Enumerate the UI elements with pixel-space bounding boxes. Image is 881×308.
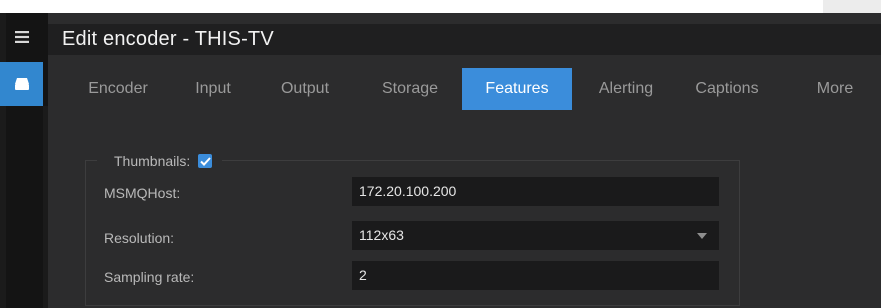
chevron-down-icon — [697, 233, 707, 239]
msmq-host-input[interactable]: 172.20.100.200 — [352, 177, 719, 206]
top-strip — [0, 0, 881, 13]
tab-alerting[interactable]: Alerting — [584, 68, 668, 110]
checkmark-icon — [200, 156, 211, 166]
tab-encoder[interactable]: Encoder — [78, 68, 158, 110]
sampling-rate-input[interactable]: 2 — [352, 261, 719, 290]
sidebar-item-encoder[interactable] — [0, 62, 43, 106]
rail-inner — [0, 13, 6, 308]
tab-more[interactable]: More — [800, 68, 870, 110]
window-title: Edit encoder - THIS-TV — [62, 28, 274, 50]
tab-bar: Encoder Input Output Storage Features Al… — [48, 68, 881, 110]
left-rail — [0, 13, 48, 308]
thumbnails-legend: Thumbnails: — [97, 152, 223, 170]
thumbnails-label: Thumbnails: — [114, 153, 191, 169]
tab-features[interactable]: Features — [462, 68, 572, 110]
msmq-host-label: MSMQHost: — [104, 185, 181, 201]
encoder-device-icon — [14, 78, 29, 90]
tab-input[interactable]: Input — [175, 68, 251, 110]
resolution-select[interactable]: 112x63 — [352, 221, 719, 250]
tab-output[interactable]: Output — [263, 68, 347, 110]
sampling-rate-label: Sampling rate: — [104, 269, 195, 285]
tab-storage[interactable]: Storage — [368, 68, 452, 110]
tab-captions[interactable]: Captions — [684, 68, 770, 110]
menu-button[interactable] — [9, 22, 35, 52]
hamburger-menu-icon — [15, 31, 29, 43]
resolution-label: Resolution: — [104, 230, 175, 246]
thumbnails-checkbox[interactable] — [198, 154, 213, 168]
resolution-value: 112x63 — [359, 227, 404, 243]
